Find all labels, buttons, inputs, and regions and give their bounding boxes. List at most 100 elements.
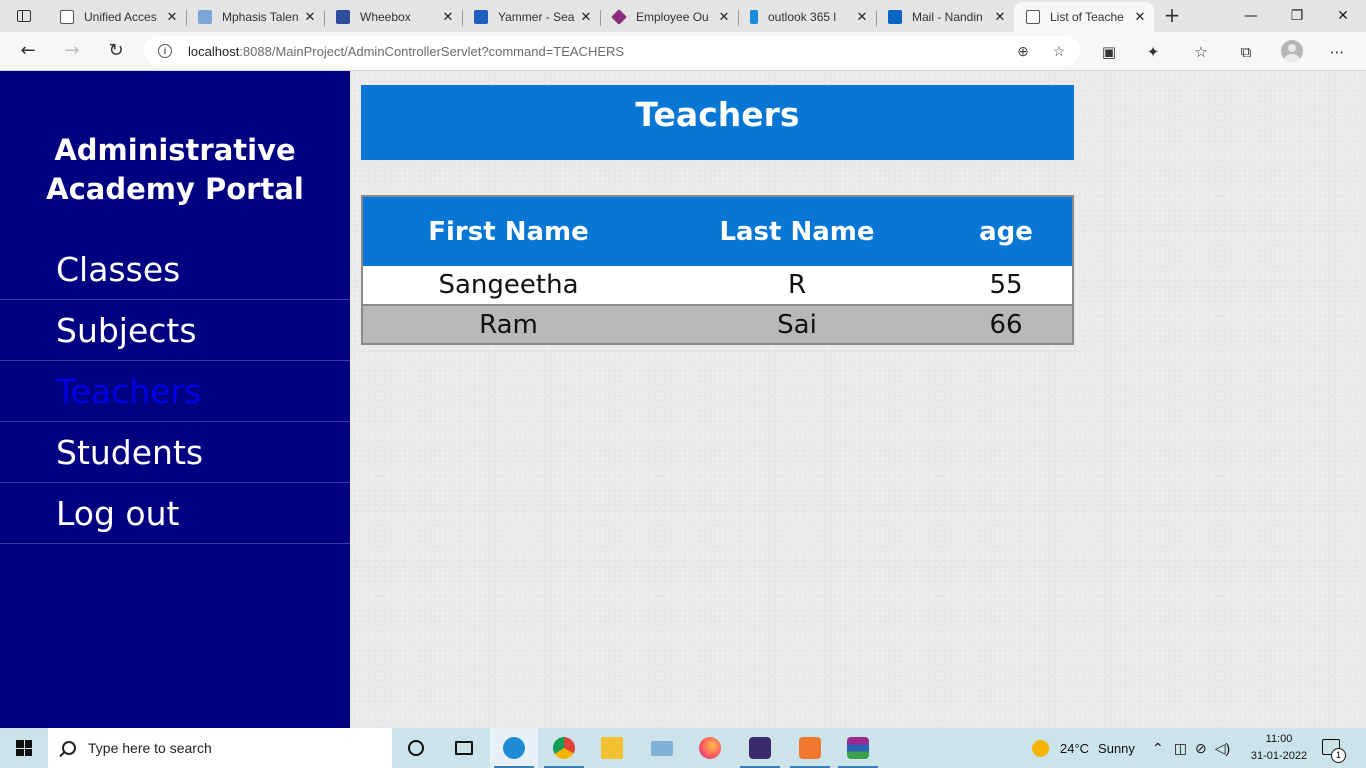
browser-tab[interactable]: Mphasis Talen ✕ bbox=[186, 2, 325, 32]
sun-icon bbox=[1032, 739, 1049, 757]
computer-icon bbox=[651, 740, 673, 756]
restore-button[interactable]: ❐ bbox=[1274, 0, 1320, 32]
tab-title: List of Teache bbox=[1050, 10, 1124, 24]
browser-tab[interactable]: Mail - Nandin ✕ bbox=[876, 2, 1014, 32]
cell-age: 55 bbox=[940, 266, 1073, 306]
weather-condition: Sunny bbox=[1098, 740, 1135, 756]
taskbar-app-edge[interactable] bbox=[490, 728, 538, 768]
favorites-icon[interactable]: ☆ bbox=[1190, 41, 1212, 63]
network-icon[interactable]: ⊘ bbox=[1195, 740, 1207, 757]
taskbar-app-firefox[interactable] bbox=[686, 728, 734, 768]
close-tab-icon[interactable]: ✕ bbox=[854, 9, 870, 25]
browser-tab[interactable]: Unified Acces ✕ bbox=[48, 2, 187, 32]
cell-first-name: Ram bbox=[362, 305, 654, 344]
volume-icon[interactable]: ◁) bbox=[1215, 740, 1230, 757]
taskbar-app-winrar[interactable] bbox=[834, 728, 882, 768]
tab-title: Wheebox bbox=[360, 10, 411, 24]
notification-count-badge: 1 bbox=[1331, 748, 1346, 763]
collections-extension-icon[interactable]: ▣ bbox=[1098, 41, 1120, 63]
browser-tab[interactable]: Yammer - Sea ✕ bbox=[462, 2, 601, 32]
eclipse-icon bbox=[749, 737, 771, 759]
taskbar-app-eclipse[interactable] bbox=[736, 728, 784, 768]
table-header-row: First Name Last Name age bbox=[362, 196, 1073, 266]
page-content: Administrative Academy Portal Classes Su… bbox=[0, 71, 1366, 728]
new-tab-button[interactable]: + bbox=[1160, 5, 1184, 27]
profile-avatar[interactable] bbox=[1281, 40, 1303, 62]
close-tab-icon[interactable]: ✕ bbox=[716, 9, 732, 25]
mphasis-icon bbox=[198, 10, 212, 24]
sidebar-item-students[interactable]: Students bbox=[0, 422, 350, 483]
clock[interactable]: 11:00 31-01-2022 bbox=[1244, 731, 1314, 765]
yammer-icon bbox=[474, 10, 488, 24]
xampp-icon bbox=[799, 737, 821, 759]
outlook-icon bbox=[888, 10, 902, 24]
back-button[interactable]: ← bbox=[14, 38, 42, 64]
taskbar-search-box[interactable]: Type here to search bbox=[48, 728, 392, 768]
close-tab-icon[interactable]: ✕ bbox=[1132, 9, 1148, 25]
table-row: Ram Sai 66 bbox=[362, 305, 1073, 344]
task-view-icon bbox=[455, 741, 473, 755]
browser-tab-strip: Unified Acces ✕ Mphasis Talen ✕ Wheebox … bbox=[0, 0, 1366, 32]
document-icon bbox=[1026, 10, 1040, 24]
zoom-icon[interactable]: ⊕ bbox=[1014, 42, 1032, 60]
weather-temperature: 24°C bbox=[1060, 740, 1090, 756]
folder-icon bbox=[601, 737, 623, 759]
close-window-button[interactable]: ✕ bbox=[1320, 0, 1366, 32]
tab-title: Mail - Nandin bbox=[912, 10, 983, 24]
start-button[interactable] bbox=[0, 728, 48, 768]
extensions-icon[interactable]: ✦ bbox=[1142, 41, 1164, 63]
address-bar[interactable]: i localhost:8088/MainProject/AdminContro… bbox=[144, 36, 1080, 66]
site-info-icon[interactable]: i bbox=[158, 44, 172, 58]
tab-title: Unified Acces bbox=[84, 10, 157, 24]
column-header-age: age bbox=[940, 196, 1073, 266]
weather-widget[interactable]: 24°C Sunny bbox=[1032, 728, 1135, 768]
collections-icon[interactable]: ⧉ bbox=[1235, 41, 1257, 63]
cell-last-name: R bbox=[654, 266, 940, 306]
close-tab-icon[interactable]: ✕ bbox=[440, 9, 456, 25]
taskbar-app-chrome[interactable] bbox=[540, 728, 588, 768]
url-host: localhost bbox=[188, 43, 240, 59]
wheebox-icon bbox=[336, 10, 350, 24]
minimize-button[interactable]: — bbox=[1228, 0, 1274, 32]
search-placeholder: Type here to search bbox=[88, 740, 212, 756]
tab-actions-icon bbox=[17, 10, 31, 22]
taskbar: Type here to search 24°C Sunny ⌃ ◫ ⊘ ◁) bbox=[0, 728, 1366, 768]
browser-tab[interactable]: Wheebox ✕ bbox=[324, 2, 463, 32]
browser-tab[interactable]: outlook 365 l ✕ bbox=[738, 2, 877, 32]
close-tab-icon[interactable]: ✕ bbox=[578, 9, 594, 25]
cell-last-name: Sai bbox=[654, 305, 940, 344]
sidebar-item-subjects[interactable]: Subjects bbox=[0, 300, 350, 361]
document-icon bbox=[60, 10, 74, 24]
sidebar-item-teachers[interactable]: Teachers bbox=[0, 361, 350, 422]
page-title: Teachers bbox=[361, 85, 1074, 160]
tab-actions-button[interactable] bbox=[0, 0, 48, 32]
column-header-first-name: First Name bbox=[362, 196, 654, 266]
sidebar-item-classes[interactable]: Classes bbox=[0, 239, 350, 300]
forward-button[interactable]: → bbox=[58, 38, 86, 64]
add-favorite-icon[interactable]: ☆ bbox=[1050, 42, 1068, 60]
browser-tab-active[interactable]: List of Teache ✕ bbox=[1014, 2, 1154, 32]
more-menu-icon[interactable]: ⋯ bbox=[1326, 41, 1348, 63]
close-tab-icon[interactable]: ✕ bbox=[302, 9, 318, 25]
task-view-button[interactable] bbox=[440, 728, 488, 768]
url-path: :8088/MainProject/AdminControllerServlet… bbox=[239, 43, 625, 59]
tab-title: Mphasis Talen bbox=[222, 10, 299, 24]
browser-toolbar: ← → ↻ i localhost:8088/MainProject/Admin… bbox=[0, 32, 1366, 71]
show-hidden-icons-icon[interactable]: ⌃ bbox=[1152, 740, 1164, 757]
taskbar-app-computer[interactable] bbox=[638, 728, 686, 768]
winrar-icon bbox=[847, 737, 869, 759]
taskbar-app-xampp[interactable] bbox=[786, 728, 834, 768]
sidebar: Administrative Academy Portal Classes Su… bbox=[0, 71, 350, 728]
refresh-button[interactable]: ↻ bbox=[102, 38, 130, 64]
close-tab-icon[interactable]: ✕ bbox=[992, 9, 1008, 25]
firefox-icon bbox=[699, 737, 721, 759]
close-tab-icon[interactable]: ✕ bbox=[164, 9, 180, 25]
sidebar-nav: Classes Subjects Teachers Students Log o… bbox=[0, 239, 350, 544]
tab-title: outlook 365 l bbox=[768, 10, 837, 24]
browser-tab[interactable]: Employee Ou ✕ bbox=[600, 2, 739, 32]
sidebar-item-logout[interactable]: Log out bbox=[0, 483, 350, 544]
cortana-button[interactable] bbox=[392, 728, 440, 768]
tab-title: Yammer - Sea bbox=[498, 10, 575, 24]
taskbar-app-file-explorer[interactable] bbox=[588, 728, 636, 768]
meet-now-icon[interactable]: ◫ bbox=[1174, 740, 1187, 757]
